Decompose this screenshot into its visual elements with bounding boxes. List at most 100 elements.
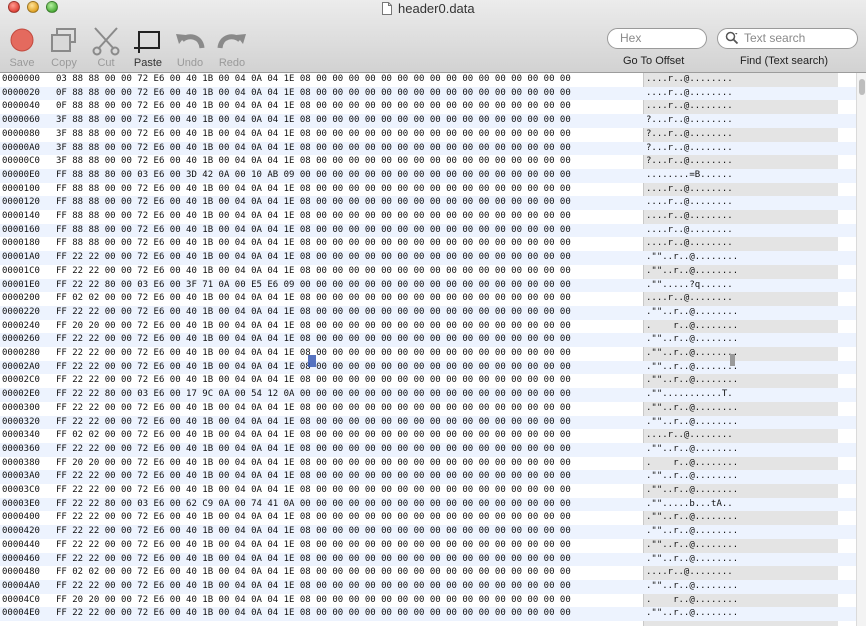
row-ascii[interactable]: .""..r..@........ — [646, 607, 738, 621]
row-ascii[interactable]: ."".....b...tA.. — [646, 498, 733, 512]
row-bytes[interactable]: 3F 88 88 00 00 72 E6 00 40 1B 00 04 0A 0… — [56, 142, 571, 156]
row-bytes[interactable]: FF 88 88 00 00 72 E6 00 40 1B 00 04 0A 0… — [56, 224, 571, 238]
row-ascii[interactable]: ........=B...... — [646, 169, 733, 183]
row-ascii[interactable]: .""..r..@........ — [646, 470, 738, 484]
row-bytes[interactable]: FF 22 22 00 00 72 E6 00 40 1B 00 04 0A 0… — [56, 470, 571, 484]
row-ascii[interactable]: .""..r..@........ — [646, 539, 738, 553]
row-bytes[interactable]: 0F 88 88 00 00 72 E6 00 40 1B 00 04 0A 0… — [56, 100, 571, 114]
scrollbar-thumb[interactable] — [859, 79, 865, 95]
hex-row[interactable]: 0000320 FF 22 22 00 00 72 E6 00 40 1B 00 … — [0, 415, 856, 430]
row-ascii[interactable]: ?...r..@........ — [646, 155, 733, 169]
hex-row[interactable]: 00000C0 3F 88 88 00 00 72 E6 00 40 1B 00 … — [0, 155, 856, 169]
hex-row[interactable]: 00003C0 FF 22 22 00 00 72 E6 00 40 1B 00 … — [0, 484, 856, 498]
hex-row[interactable]: 00004A0 FF 22 22 00 00 72 E6 00 40 1B 00 … — [0, 579, 856, 594]
hex-row[interactable]: 0000060 3F 88 88 00 00 72 E6 00 40 1B 00 … — [0, 114, 856, 128]
row-ascii[interactable]: .""..r..@........ — [646, 374, 738, 388]
hex-row[interactable]: 0000020 0F 88 88 00 00 72 E6 00 40 1B 00 … — [0, 86, 856, 101]
row-ascii[interactable]: ....r..@........ — [646, 292, 733, 306]
row-bytes[interactable]: FF 20 20 00 00 72 E6 00 40 1B 00 04 0A 0… — [56, 594, 571, 608]
hex-row[interactable]: 00003A0 FF 22 22 00 00 72 E6 00 40 1B 00 … — [0, 470, 856, 484]
hex-row[interactable]: 0000080 3F 88 88 00 00 72 E6 00 40 1B 00 … — [0, 128, 856, 142]
hex-row[interactable]: 0000220 FF 22 22 00 00 72 E6 00 40 1B 00 … — [0, 305, 856, 320]
row-ascii[interactable]: . r..@........ — [646, 594, 738, 608]
row-bytes[interactable]: 3F 88 88 00 00 72 E6 00 40 1B 00 04 0A 0… — [56, 114, 571, 128]
row-bytes[interactable]: FF 22 22 00 00 72 E6 00 40 1B 00 04 0A 0… — [56, 374, 571, 388]
row-ascii[interactable]: .""..r..@........ — [646, 525, 738, 539]
minimize-window-button[interactable] — [27, 1, 39, 13]
row-ascii[interactable]: ....r..@........ — [646, 224, 733, 238]
hex-row[interactable]: 0000200 FF 02 02 00 00 72 E6 00 40 1B 00 … — [0, 292, 856, 306]
hex-row[interactable]: 0000400 FF 22 22 00 00 72 E6 00 40 1B 00 … — [0, 511, 856, 525]
row-bytes[interactable]: FF 88 88 00 00 72 E6 00 40 1B 00 04 0A 0… — [56, 237, 571, 251]
hex-row[interactable]: 00002C0 FF 22 22 00 00 72 E6 00 40 1B 00 … — [0, 374, 856, 388]
row-bytes[interactable]: FF 22 22 00 00 72 E6 00 40 1B 00 04 0A 0… — [56, 553, 571, 567]
row-bytes[interactable]: FF 22 22 00 00 72 E6 00 40 1B 00 04 0A 0… — [56, 333, 571, 347]
row-ascii[interactable]: ....r..@........ — [646, 183, 733, 197]
hex-row[interactable]: 0000100 FF 88 88 00 00 72 E6 00 40 1B 00 … — [0, 183, 856, 197]
row-bytes[interactable]: FF 88 88 00 00 72 E6 00 40 1B 00 04 0A 0… — [56, 196, 571, 210]
hex-row[interactable]: 0000460 FF 22 22 00 00 72 E6 00 40 1B 00 … — [0, 552, 856, 567]
row-ascii[interactable]: . r..@........ — [646, 457, 738, 471]
row-bytes[interactable]: FF 20 20 00 00 72 E6 00 40 1B 00 04 0A 0… — [56, 457, 571, 471]
row-bytes[interactable]: FF 20 20 00 00 72 E6 00 40 1B 00 04 0A 0… — [56, 320, 571, 334]
paste-button[interactable]: Paste — [131, 26, 165, 70]
hex-row[interactable]: 0000440 FF 22 22 00 00 72 E6 00 40 1B 00 … — [0, 539, 856, 553]
row-ascii[interactable]: .""..r..@........ — [646, 416, 738, 430]
row-bytes[interactable]: FF 02 02 00 00 72 E6 00 40 1B 00 04 0A 0… — [56, 566, 571, 580]
row-bytes[interactable]: FF 88 88 00 00 72 E6 00 40 1B 00 04 0A 0… — [56, 210, 571, 224]
hex-row[interactable]: 0000360 FF 22 22 00 00 72 E6 00 40 1B 00 … — [0, 442, 856, 457]
row-ascii[interactable]: ....r..@........ — [646, 429, 733, 443]
row-ascii[interactable]: ....r..@........ — [646, 87, 733, 101]
row-bytes[interactable]: FF 02 02 00 00 72 E6 00 40 1B 00 04 0A 0… — [56, 429, 571, 443]
row-ascii[interactable]: ....r..@........ — [646, 210, 733, 224]
copy-button[interactable]: Copy — [47, 26, 81, 70]
undo-button[interactable]: Undo — [173, 26, 207, 70]
hex-row[interactable]: 00003E0 FF 22 22 80 00 03 E6 00 62 C9 0A … — [0, 497, 856, 512]
row-ascii[interactable]: .""..r..@........ — [646, 306, 738, 320]
row-ascii[interactable]: ....r..@........ — [646, 73, 733, 87]
hex-row[interactable]: 00004E0 FF 22 22 00 00 72 E6 00 40 1B 00 … — [0, 607, 856, 621]
row-ascii[interactable]: . r..@........ — [646, 320, 738, 334]
row-ascii[interactable]: ....r..@........ — [646, 100, 733, 114]
redo-button[interactable]: Redo — [215, 26, 249, 70]
hex-row[interactable]: 00000E0 FF 88 88 80 00 03 E6 00 3D 42 0A … — [0, 168, 856, 183]
row-bytes[interactable]: FF 88 88 00 00 72 E6 00 40 1B 00 04 0A 0… — [56, 183, 571, 197]
row-ascii[interactable]: ."".....?q...... — [646, 279, 733, 293]
row-bytes[interactable]: FF 22 22 00 00 72 E6 00 40 1B 00 04 0A 0… — [56, 539, 571, 553]
cut-button[interactable]: Cut — [89, 26, 123, 70]
row-ascii[interactable]: .""..r..@........ — [646, 251, 738, 265]
hex-row[interactable]: 0000040 0F 88 88 00 00 72 E6 00 40 1B 00 … — [0, 100, 856, 114]
row-ascii[interactable]: .""..r..@........ — [646, 580, 738, 594]
hex-row[interactable]: 00000A0 3F 88 88 00 00 72 E6 00 40 1B 00 … — [0, 141, 856, 156]
hex-row[interactable]: 0000260 FF 22 22 00 00 72 E6 00 40 1B 00 … — [0, 333, 856, 347]
text-search-input[interactable] — [744, 31, 835, 45]
row-bytes[interactable]: FF 22 22 00 00 72 E6 00 40 1B 00 04 0A 0… — [56, 443, 571, 457]
hex-row[interactable]: 0000160 FF 88 88 00 00 72 E6 00 40 1B 00 … — [0, 223, 856, 238]
row-ascii[interactable]: ?...r..@........ — [646, 128, 733, 142]
zoom-window-button[interactable] — [46, 1, 58, 13]
hex-row[interactable]: 0000120 FF 88 88 00 00 72 E6 00 40 1B 00 … — [0, 196, 856, 210]
row-bytes[interactable]: FF 22 22 00 00 72 E6 00 40 1B 00 04 0A 0… — [56, 580, 571, 594]
row-ascii[interactable]: .""..r..@........ — [646, 553, 738, 567]
row-ascii[interactable]: .""..r..@........ — [646, 265, 738, 279]
row-bytes[interactable]: 03 88 88 00 00 72 E6 00 40 1B 00 04 0A 0… — [56, 73, 571, 87]
row-bytes[interactable]: 3F 88 88 00 00 72 E6 00 40 1B 00 04 0A 0… — [56, 128, 571, 142]
row-bytes[interactable]: FF 22 22 00 00 72 E6 00 40 1B 00 04 0A 0… — [56, 484, 571, 498]
row-bytes[interactable]: FF 22 22 80 00 03 E6 00 17 9C 0A 00 54 1… — [56, 388, 571, 402]
row-ascii[interactable]: .""..r..@........ — [646, 402, 738, 416]
close-window-button[interactable] — [8, 1, 20, 13]
hex-row[interactable]: 0000300 FF 22 22 00 00 72 E6 00 40 1B 00 … — [0, 402, 856, 416]
hex-row[interactable]: 00002E0 FF 22 22 80 00 03 E6 00 17 9C 0A … — [0, 388, 856, 402]
row-ascii[interactable]: ?...r..@........ — [646, 114, 733, 128]
hex-row[interactable]: 0000240 FF 20 20 00 00 72 E6 00 40 1B 00 … — [0, 320, 856, 334]
hex-row[interactable]: 0000280 FF 22 22 00 00 72 E6 00 40 1B 00 … — [0, 347, 856, 361]
row-ascii[interactable]: ....r..@........ — [646, 237, 733, 251]
row-bytes[interactable]: 0F 88 88 00 00 72 E6 00 40 1B 00 04 0A 0… — [56, 87, 571, 101]
row-ascii[interactable]: ....r..@........ — [646, 196, 733, 210]
row-bytes[interactable]: FF 22 22 00 00 72 E6 00 40 1B 00 04 0A 0… — [56, 306, 571, 320]
row-ascii[interactable]: .""...........T. — [646, 388, 733, 402]
row-bytes[interactable]: FF 22 22 00 00 72 E6 00 40 1B 00 04 0A 0… — [56, 525, 571, 539]
row-ascii[interactable]: .""..r..@........ — [646, 511, 738, 525]
row-bytes[interactable]: FF 22 22 00 00 72 E6 00 40 1B 00 04 0A 0… — [56, 511, 571, 525]
row-ascii[interactable]: .""..r..@........ — [646, 333, 738, 347]
